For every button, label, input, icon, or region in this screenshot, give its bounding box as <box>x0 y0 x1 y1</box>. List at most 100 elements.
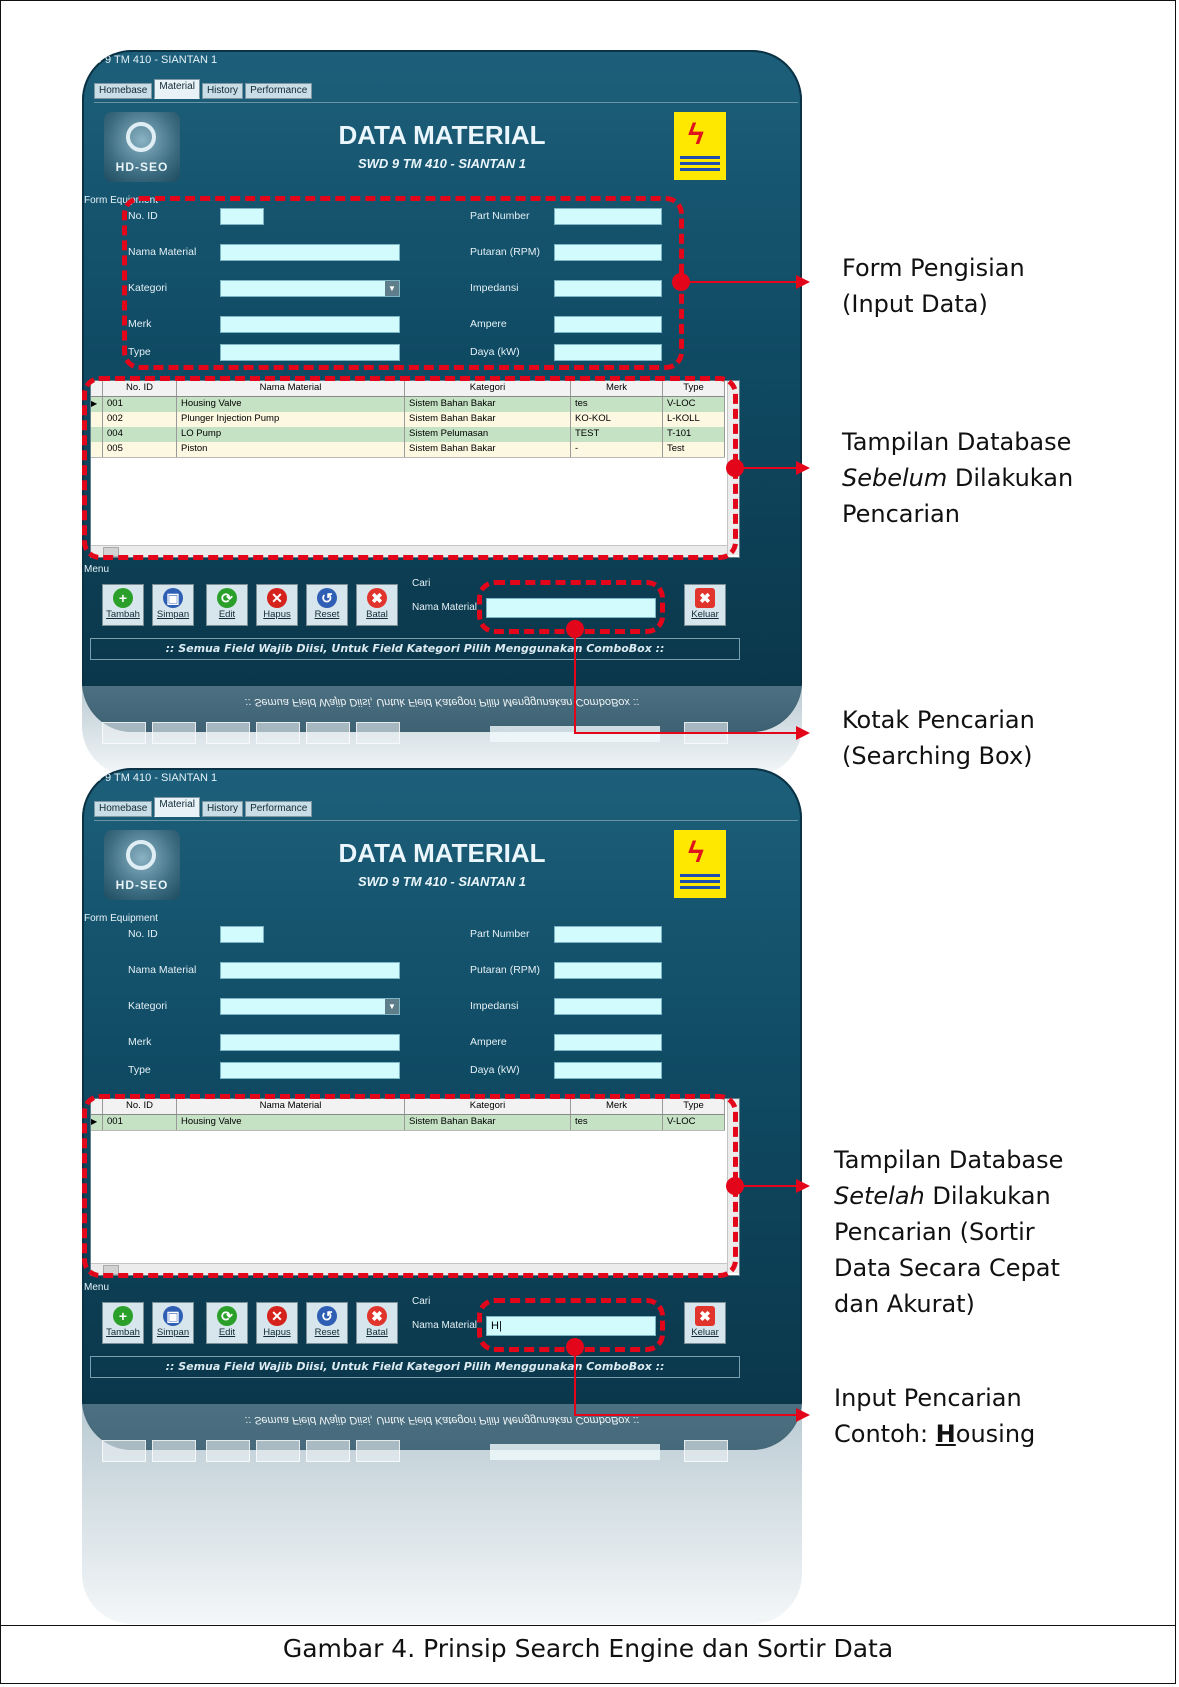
tambah-label: Tambah <box>106 1327 140 1338</box>
after-db-line: Pencarian (Sortir <box>834 1218 1035 1246</box>
wave-icon <box>680 162 720 165</box>
after-database-highlight <box>82 1094 738 1278</box>
tab-performance[interactable]: Performance <box>245 83 313 99</box>
reset-button[interactable]: ↺ Reset <box>306 1302 348 1344</box>
reflection-button <box>306 722 350 744</box>
search-label: Nama Material <box>412 1320 478 1331</box>
tab-material[interactable]: Material <box>154 797 200 817</box>
field-input[interactable] <box>220 926 264 943</box>
field-input[interactable] <box>220 962 400 979</box>
delete-icon: ✕ <box>267 1306 287 1326</box>
field-input[interactable] <box>554 926 662 943</box>
search-input-callout-arrow <box>796 1408 810 1422</box>
batal-label: Batal <box>366 1327 388 1338</box>
after-callout-dot <box>726 1177 744 1195</box>
pln-logo: ϟ <box>674 830 726 898</box>
search-input-bold-letter: H <box>935 1420 956 1448</box>
batal-button[interactable]: ✖ Batal <box>356 1302 398 1344</box>
kategori-combobox[interactable]: ▼ <box>220 998 400 1015</box>
hapus-button[interactable]: ✕ Hapus <box>256 1302 298 1344</box>
search-input-annotation-line: Input Pencarian <box>834 1384 1022 1412</box>
window-reflection-before: :: Semua Field Wajib Diisi, Untuk Field … <box>82 686 802 776</box>
after-database-annotation: Tampilan Database Setelah Dilakukan Penc… <box>834 1142 1063 1322</box>
tambah-button[interactable]: + Tambah <box>102 584 144 626</box>
search-input-prefix: Contoh: <box>834 1420 936 1448</box>
search-input-annotation: Input Pencarian Contoh: Housing <box>834 1380 1035 1452</box>
form-callout-line <box>690 281 796 283</box>
field-input[interactable] <box>554 998 662 1015</box>
field-label: Impedansi <box>470 1000 519 1012</box>
field-label: Part Number <box>470 928 530 940</box>
tab-homebase[interactable]: Homebase <box>94 801 153 817</box>
reflection-button <box>256 722 300 744</box>
field-input[interactable] <box>554 962 662 979</box>
field-input[interactable] <box>554 1034 662 1051</box>
chevron-down-icon[interactable]: ▼ <box>385 999 399 1014</box>
menu-label: Menu <box>84 1282 110 1293</box>
cancel-icon: ✖ <box>367 588 387 608</box>
field-input[interactable] <box>554 1062 662 1079</box>
field-label: Type <box>128 1064 151 1076</box>
tab-homebase[interactable]: Homebase <box>94 83 153 99</box>
form-annotation: Form Pengisian (Input Data) <box>842 250 1025 322</box>
lightning-icon: ϟ <box>688 836 704 869</box>
keluar-label: Keluar <box>691 609 719 620</box>
tab-material[interactable]: Material <box>154 79 200 99</box>
search-box-callout-vline <box>574 636 576 734</box>
field-input[interactable] <box>220 1062 400 1079</box>
field-label: Putaran (RPM) <box>470 964 541 976</box>
field-input[interactable] <box>220 1034 400 1051</box>
tab-performance[interactable]: Performance <box>245 801 313 817</box>
batal-button[interactable]: ✖ Batal <box>356 584 398 626</box>
hapus-label: Hapus <box>263 1327 291 1338</box>
reflection-search-box <box>490 1444 660 1460</box>
reflection-button <box>356 1440 400 1462</box>
reset-icon: ↺ <box>317 588 337 608</box>
keluar-button[interactable]: ✖ Keluar <box>684 584 726 626</box>
form-highlight <box>122 196 684 370</box>
search-box-annotation-line: Kotak Pencarian <box>842 706 1035 734</box>
window-title: D 9 TM 410 - SIANTAN 1 <box>94 54 218 66</box>
before-callout-arrow <box>796 461 810 475</box>
hapus-button[interactable]: ✕ Hapus <box>256 584 298 626</box>
search-box-callout-arrow <box>796 726 810 740</box>
plus-icon: + <box>113 588 133 608</box>
edit-label: Edit <box>218 1327 236 1338</box>
search-input-callout-vline <box>574 1354 576 1416</box>
tambah-button[interactable]: + Tambah <box>102 1302 144 1344</box>
plus-icon: + <box>113 1306 133 1326</box>
delete-icon: ✕ <box>267 588 287 608</box>
after-db-rest: Dilakukan <box>924 1182 1051 1210</box>
tab-history[interactable]: History <box>201 801 244 817</box>
tambah-label: Tambah <box>106 609 140 620</box>
before-database-highlight <box>82 376 738 560</box>
reset-icon: ↺ <box>317 1306 337 1326</box>
simpan-button[interactable]: ▣ Simpan <box>152 584 194 626</box>
tab-history[interactable]: History <box>201 83 244 99</box>
reflection-button <box>256 1440 300 1462</box>
after-callout-line <box>744 1185 796 1187</box>
keluar-button[interactable]: ✖ Keluar <box>684 1302 726 1344</box>
field-label: Kategori <box>128 1000 168 1012</box>
edit-label: Edit <box>218 609 236 620</box>
reflection-button <box>152 1440 196 1462</box>
form-callout-dot <box>672 273 690 291</box>
wave-icon <box>680 874 720 877</box>
exit-icon: ✖ <box>695 1306 715 1326</box>
edit-button[interactable]: ⟳ Edit <box>206 584 248 626</box>
exit-icon: ✖ <box>695 588 715 608</box>
before-db-line: Pencarian <box>842 500 960 528</box>
before-db-rest: Dilakukan <box>947 464 1074 492</box>
simpan-button[interactable]: ▣ Simpan <box>152 1302 194 1344</box>
reflection-button <box>102 1440 146 1462</box>
reflection-status-text: :: Semua Field Wajib Diisi, Untuk Field … <box>244 696 640 708</box>
edit-button[interactable]: ⟳ Edit <box>206 1302 248 1344</box>
before-database-annotation: Tampilan Database Sebelum Dilakukan Penc… <box>842 424 1073 532</box>
field-label: No. ID <box>128 928 158 940</box>
form-annotation-line: Form Pengisian <box>842 254 1025 282</box>
reset-button[interactable]: ↺ Reset <box>306 584 348 626</box>
field-label: Nama Material <box>128 964 197 976</box>
reflection-button <box>206 722 250 744</box>
after-db-line: Data Secara Cepat <box>834 1254 1060 1282</box>
form-callout-arrow <box>796 275 810 289</box>
